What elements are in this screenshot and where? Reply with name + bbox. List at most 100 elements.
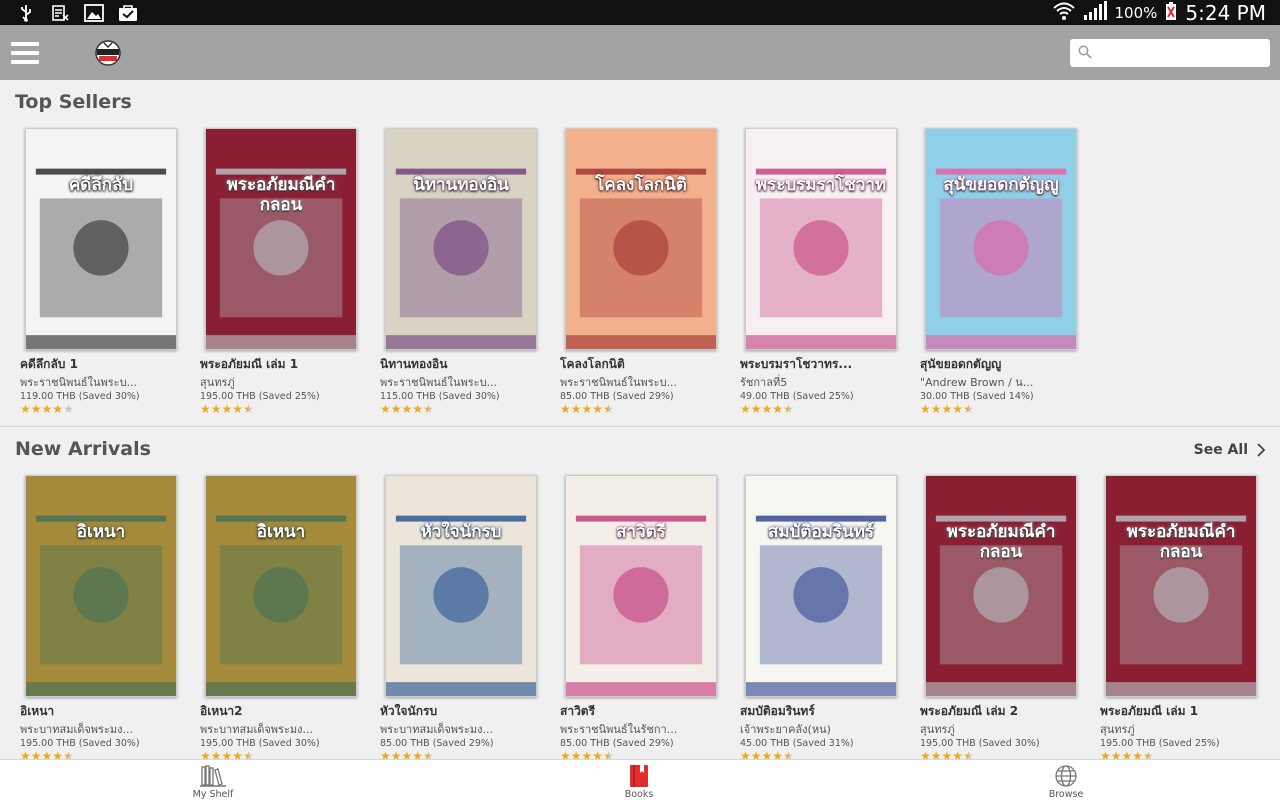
star-icon: ★ — [412, 402, 424, 416]
book-title: พระอภัยมณี เล่ม 1 — [1100, 704, 1199, 718]
cover-title: สาวิตรี — [616, 522, 666, 542]
book-price: 85.00 THB (Saved 29%) — [380, 738, 494, 749]
book-price: 119.00 THB (Saved 30%) — [20, 391, 140, 402]
book-author: เจ้าพระยาคลัง(หน) — [740, 723, 831, 736]
star-icon: ★ — [930, 402, 942, 416]
cover-title: พระบรมราโชวาท — [755, 175, 887, 195]
cover-title: พระอภัยมณีคำกลอน — [226, 175, 336, 216]
star-icon: ★ — [772, 402, 784, 416]
book-card[interactable]: อิเหนา อิเหนา2 พระบาทสมเด็จพระมง... 195.00 … — [200, 475, 368, 765]
book-title: สาวิตรี — [560, 704, 596, 718]
cover-title: สุนัขยอดกตัญญู — [943, 175, 1059, 195]
book-cover[interactable]: สาวิตรี — [565, 475, 717, 697]
book-card[interactable]: โคลงโลกนิติ โคลงโลกนิติ พระราชนิพนธ์ในพระบ… — [560, 128, 728, 418]
nav-label: My Shelf — [192, 789, 234, 800]
book-title: พระอภัยมณี เล่ม 1 — [200, 357, 299, 371]
book-price: 195.00 THB (Saved 25%) — [200, 391, 320, 402]
book-cover[interactable]: พระอภัยมณีคำกลอน — [1105, 475, 1257, 697]
star-icon: ★ — [41, 402, 53, 416]
cover-title: พระอภัยมณีคำกลอน — [1126, 522, 1236, 563]
star-icon: ★ — [783, 402, 794, 416]
menu-button[interactable] — [11, 41, 39, 64]
book-title: หัวใจนักรบ — [380, 704, 438, 718]
star-icon: ★ — [200, 402, 211, 416]
book-author: สุนทรภู่ — [200, 376, 235, 389]
star-icon: ★ — [603, 402, 614, 416]
sim-card-icon — [50, 4, 70, 22]
book-price: 115.00 THB (Saved 30%) — [380, 391, 500, 402]
book-card[interactable]: พระอภัยมณีคำกลอน พระอภัยมณี เล่ม 2 สุนทรภู… — [920, 475, 1088, 765]
book-cover[interactable]: พระบรมราโชวาท — [745, 128, 897, 350]
book-author: พระบาทสมเด็จพระมง... — [20, 723, 133, 736]
book-card[interactable]: นิทานทองอิน นิทานทองอิน พระราชนิพนธ์ในพระบ… — [380, 128, 548, 418]
book-cover[interactable]: นิทานทองอิน — [385, 128, 537, 350]
book-price: 49.00 THB (Saved 25%) — [740, 391, 854, 402]
book-title: สมบัติอมรินทร์ — [740, 704, 815, 718]
book-title: สุนัขยอดกตัญญู — [920, 357, 1002, 371]
book-price: 195.00 THB (Saved 30%) — [20, 738, 140, 749]
nav-label: Browse — [1048, 789, 1084, 800]
book-cover[interactable]: สุนัขยอดกตัญญู — [925, 128, 1077, 350]
book-card[interactable]: อิเหนา อิเหนา พระบาทสมเด็จพระมง... 195.00 T… — [20, 475, 188, 765]
shopping-bag-icon — [118, 4, 138, 22]
book-cover[interactable]: หัวใจนักรบ — [385, 475, 537, 697]
star-icon: ★ — [243, 402, 254, 416]
book-price: 195.00 THB (Saved 30%) — [920, 738, 1040, 749]
book-price: 195.00 THB (Saved 25%) — [1100, 738, 1220, 749]
book-card[interactable]: พระอภัยมณีคำกลอนพระอภัยมณี เล่ม 1 สุนทรภู… — [200, 128, 368, 418]
book-title: พระบรมราโชวาทร... — [740, 357, 853, 371]
book-card[interactable]: หัวใจนักรบ หัวใจนักรบ พระบาทสมเด็จพระมง...… — [380, 475, 548, 765]
cover-title: พระอภัยมณีคำกลอน — [946, 522, 1056, 563]
book-card[interactable]: สาวิตรี สาวิตรี พระราชนิพนธ์ในรัชกา... 85.0… — [560, 475, 728, 765]
book-author: พระราชนิพนธ์ในพระบ... — [380, 376, 498, 389]
wifi-icon — [1052, 1, 1075, 25]
rating-stars: ★ ★ ★ ★ ★ — [740, 402, 794, 416]
book-icon — [628, 763, 650, 789]
book-card[interactable]: คดีลึกลับ คดีลึกลับ 1 พระราชนิพนธ์ในพระบ..… — [20, 128, 188, 418]
signal-icon — [1083, 0, 1107, 25]
book-card[interactable]: พระบรมราโชวาทพระบรมราโชวาทร... รัชกาลที่5… — [740, 128, 908, 418]
book-cover[interactable]: อิเหนา — [205, 475, 357, 697]
chevron-right-icon — [1257, 443, 1266, 457]
book-title: อิเหนา2 — [200, 704, 243, 718]
book-card[interactable]: สมบัติอมรินทร์ สมบัติอมรินทร์ เจ้าพระยาคลั… — [740, 475, 908, 765]
star-icon: ★ — [750, 402, 762, 416]
book-title: โคลงโลกนิติ — [560, 357, 625, 371]
app-bar — [0, 25, 1280, 80]
star-icon: ★ — [210, 402, 222, 416]
book-author: พระราชนิพนธ์ในพระบ... — [20, 376, 138, 389]
book-cover[interactable]: พระอภัยมณีคำกลอน — [925, 475, 1077, 697]
nav-books[interactable]: Books — [594, 763, 684, 800]
book-card[interactable]: พระอภัยมณีคำกลอน พระอภัยมณี เล่ม 1 สุนทรภู… — [1100, 475, 1268, 765]
book-cover[interactable]: คดีลึกลับ — [25, 128, 177, 350]
bookshelf-icon — [199, 763, 227, 789]
book-price: 45.00 THB (Saved 31%) — [740, 738, 854, 749]
book-author: "Andrew Brown / น... — [920, 376, 1034, 389]
book-card[interactable]: สุนัขยอดกตัญญู สุนัขยอดกตัญญู "Andrew Brow… — [920, 128, 1088, 418]
see-all-button[interactable]: See All — [1194, 442, 1266, 458]
nav-browse[interactable]: Browse — [1021, 763, 1111, 800]
rating-stars: ★ ★ ★ ★ ★ — [380, 402, 434, 416]
book-author: รัชกาลที่5 — [740, 376, 788, 389]
cover-title: โคลงโลกนิติ — [595, 175, 687, 195]
book-cover[interactable]: อิเหนา — [25, 475, 177, 697]
book-price: 85.00 THB (Saved 29%) — [560, 738, 674, 749]
star-icon: ★ — [740, 402, 751, 416]
search-icon — [1078, 44, 1092, 63]
search-box[interactable] — [1070, 39, 1270, 67]
star-icon: ★ — [401, 402, 413, 416]
bookpoint-logo — [92, 37, 124, 69]
book-cover[interactable]: โคลงโลกนิติ — [565, 128, 717, 350]
book-title: อิเหนา — [20, 704, 55, 718]
star-icon: ★ — [423, 402, 434, 416]
book-cover[interactable]: พระอภัยมณีคำกลอน — [205, 128, 357, 350]
globe-icon — [1054, 763, 1078, 789]
search-input[interactable] — [1098, 41, 1270, 65]
star-icon: ★ — [63, 402, 74, 416]
nav-label: Books — [624, 789, 654, 800]
nav-my-shelf[interactable]: My Shelf — [168, 763, 258, 800]
cover-title: อิเหนา — [76, 522, 126, 542]
star-icon: ★ — [592, 402, 604, 416]
rating-stars: ★ ★ ★ ★ ★ — [20, 402, 74, 416]
book-cover[interactable]: สมบัติอมรินทร์ — [745, 475, 897, 697]
